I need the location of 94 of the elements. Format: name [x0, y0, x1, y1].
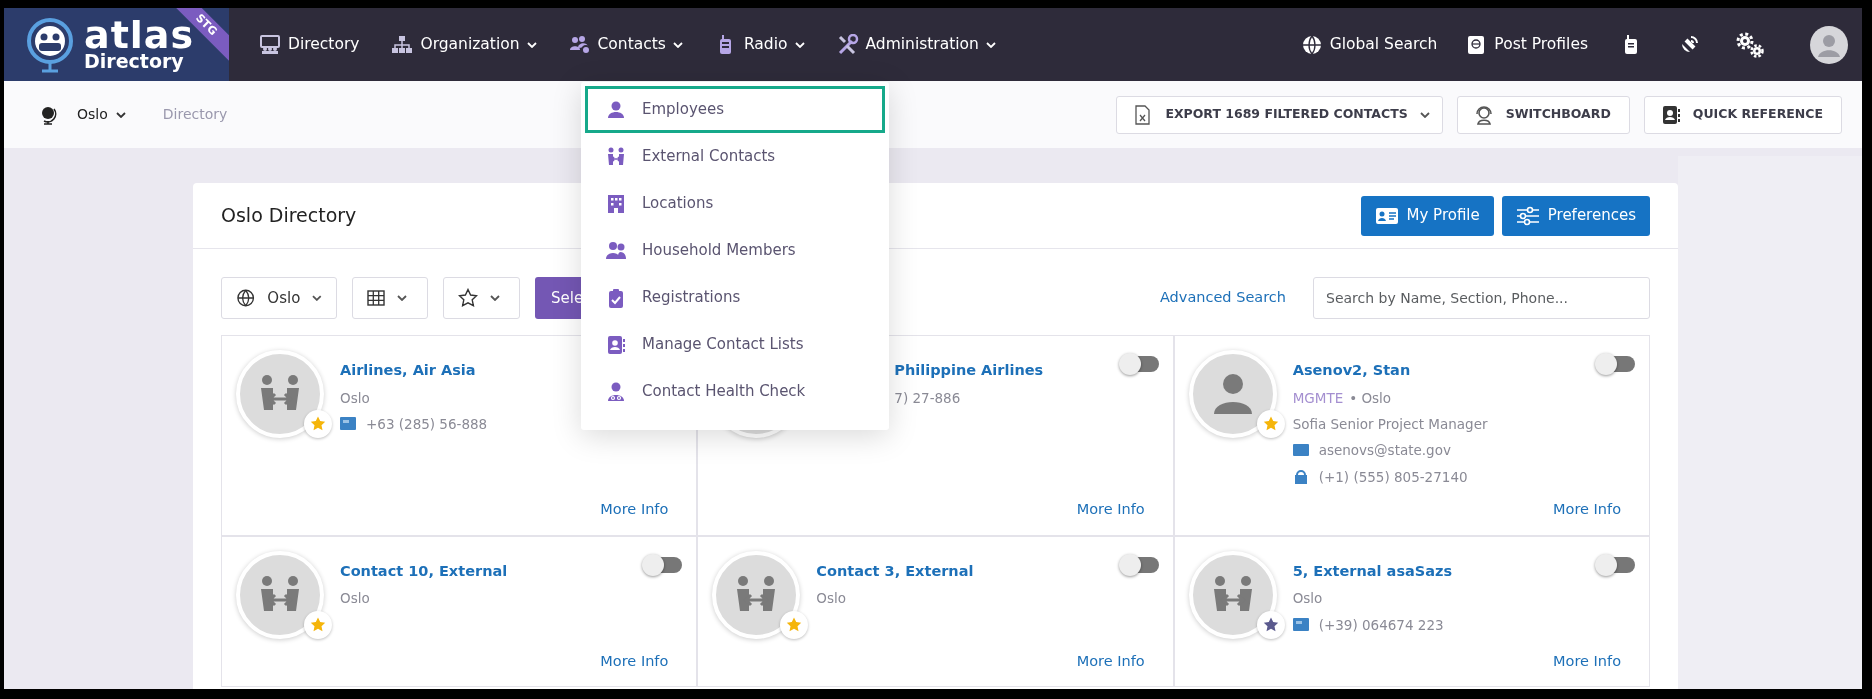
- contact-detail: Oslo: [340, 388, 370, 408]
- nav-menu-item[interactable]: Directory: [243, 32, 376, 57]
- location-text: • Oslo: [1349, 388, 1392, 408]
- section-tag: MGMTE: [1292, 387, 1344, 408]
- contact-detail: Oslo: [1292, 589, 1323, 609]
- view-dropdown[interactable]: [352, 277, 428, 319]
- star-icon: [1262, 416, 1279, 432]
- building-icon: [606, 193, 626, 214]
- grid-icon: [367, 290, 385, 306]
- directory-icon: [259, 33, 281, 56]
- headset-icon: [1473, 104, 1494, 125]
- location-filter[interactable]: Oslo: [221, 277, 337, 319]
- dropdown-item[interactable]: Employees: [585, 86, 885, 133]
- caret-icon: [115, 111, 126, 118]
- settings-icon[interactable]: [1736, 31, 1764, 58]
- dropdown-item[interactable]: Locations: [585, 180, 885, 227]
- contact-detail: Oslo: [340, 589, 370, 609]
- star-icon: [310, 616, 326, 633]
- star-icon: [310, 416, 326, 432]
- user-avatar-icon[interactable]: [1810, 25, 1848, 64]
- globe-logo-icon: [24, 16, 74, 73]
- search-field[interactable]: Search by Name, Section, Phone...: [1313, 277, 1650, 319]
- nav-menu-item[interactable]: Organization: [375, 32, 553, 57]
- address-book-icon: [1660, 104, 1681, 125]
- caret-icon: [312, 295, 322, 301]
- nav-menu-item[interactable]: Contacts: [552, 32, 699, 57]
- globe-icon: [1300, 33, 1323, 56]
- contact-name[interactable]: 5, External asaSazs: [1292, 560, 1453, 583]
- contact-name[interactable]: Philippine Airlines: [894, 360, 1044, 382]
- more-info-link[interactable]: More Info: [600, 638, 669, 673]
- toggle-switch[interactable]: [1597, 356, 1635, 372]
- tools-icon: [836, 33, 859, 56]
- contact-detail: 7) 27-886: [894, 388, 961, 408]
- toggle-switch[interactable]: [1120, 556, 1159, 573]
- sliders-icon: [1515, 205, 1540, 226]
- nav-menu-item[interactable]: Administration: [820, 32, 1012, 57]
- more-info-link[interactable]: More Info: [1553, 486, 1621, 521]
- favorites-dropdown[interactable]: [443, 277, 520, 319]
- breadcrumb-item: Directory: [162, 105, 228, 124]
- contact-name[interactable]: Contact 10, External: [340, 560, 508, 583]
- users-gear-icon: [568, 33, 591, 56]
- phone-number: (+1) (555) 805-27140: [1318, 467, 1468, 487]
- toggle-switch[interactable]: [644, 556, 683, 573]
- star-icon: [458, 288, 478, 308]
- fax-icon: [1292, 616, 1309, 633]
- toggle-switch[interactable]: [1597, 556, 1635, 573]
- contact-detail: Sofia Senior Project Manager: [1292, 415, 1488, 434]
- more-info-link[interactable]: More Info: [600, 486, 669, 521]
- phone-number: +63 (285) 56-888: [366, 415, 488, 434]
- phone-number: (+39) 064674 223: [1318, 615, 1444, 635]
- more-info-link[interactable]: More Info: [1553, 638, 1621, 673]
- advanced-search-link[interactable]: Advanced Search: [1159, 287, 1286, 309]
- globe-stand-icon: [40, 104, 58, 125]
- user-doctor-icon: [606, 381, 626, 402]
- globe-icon: [236, 288, 256, 308]
- user-icon: [606, 99, 626, 120]
- header-button[interactable]: Preferences: [1501, 195, 1650, 236]
- star-icon: [1262, 616, 1279, 633]
- contact-detail: Oslo: [816, 589, 846, 609]
- dropdown-item[interactable]: External Contacts: [585, 133, 885, 180]
- envelope-icon: [1292, 442, 1309, 459]
- header-button[interactable]: My Profile: [1360, 195, 1494, 236]
- caret-icon: [490, 295, 500, 301]
- location-dropdown[interactable]: Oslo: [76, 103, 127, 126]
- contact-name[interactable]: Asenov2, Stan: [1292, 360, 1488, 382]
- people-exchange-icon: [606, 146, 626, 167]
- logo-title: atlas: [84, 17, 195, 53]
- nav-menu-item[interactable]: Radio: [698, 32, 821, 57]
- action-button[interactable]: QUICK REFERENCE: [1643, 95, 1842, 134]
- star-icon: [786, 616, 803, 633]
- dropdown-item[interactable]: Registrations: [585, 274, 885, 321]
- dropdown-item[interactable]: Manage Contact Lists: [585, 321, 885, 368]
- contact-name[interactable]: Contact 3, External: [816, 560, 974, 583]
- card-title: Oslo Directory: [221, 203, 357, 229]
- nav-link[interactable]: Post Profiles: [1451, 32, 1602, 57]
- dropdown-item[interactable]: Contact Health Check: [585, 368, 885, 415]
- more-info-link[interactable]: More Info: [1076, 486, 1145, 521]
- users-icon: [606, 240, 626, 261]
- action-button[interactable]: EXPORT 1689 FILTERED CONTACTS: [1116, 95, 1443, 134]
- address-book-icon: [606, 334, 626, 355]
- more-info-link[interactable]: More Info: [1076, 638, 1145, 673]
- logo-subtitle: Directory: [84, 52, 185, 72]
- caret-icon: [397, 295, 407, 301]
- toggle-switch[interactable]: [1120, 356, 1159, 372]
- dropdown-item[interactable]: Household Members: [585, 227, 885, 274]
- contact-name[interactable]: Airlines, Air Asia: [340, 360, 488, 382]
- email-link[interactable]: asenovs@state.gov: [1318, 440, 1451, 461]
- action-button[interactable]: SWITCHBOARD: [1456, 95, 1630, 134]
- nav-link[interactable]: Global Search: [1286, 32, 1452, 57]
- clipboard-check-icon: [606, 287, 626, 308]
- id-card-icon: [1374, 205, 1399, 226]
- sitemap-icon: [391, 33, 414, 56]
- desk-phone-icon: [1292, 468, 1309, 485]
- fax-icon: [340, 416, 356, 433]
